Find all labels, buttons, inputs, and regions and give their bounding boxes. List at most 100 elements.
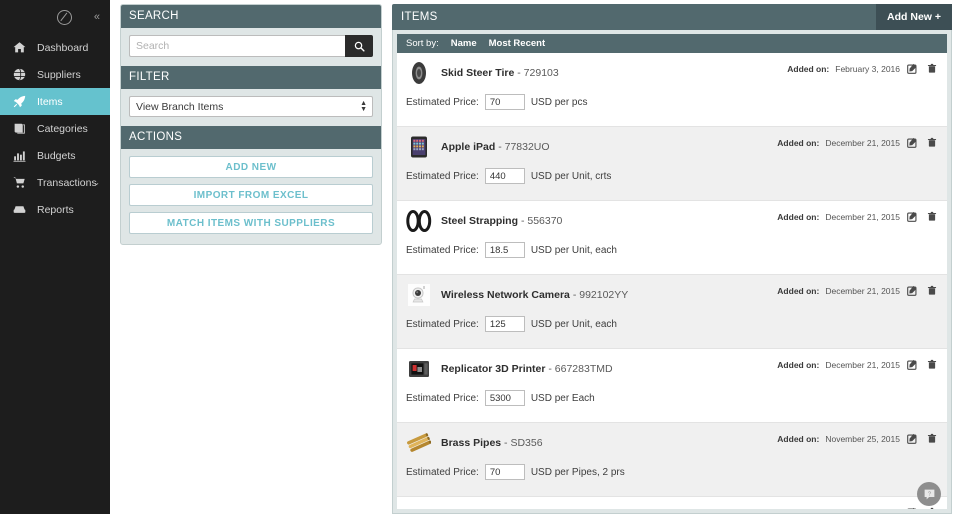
globe-icon (12, 68, 27, 81)
chevron-down-icon[interactable]: ⌄ (93, 178, 100, 187)
item-meta: Added on: December 21, 2015 (777, 136, 938, 149)
edit-pencil-icon[interactable] (906, 62, 919, 75)
action-button-match-items-with-suppliers[interactable]: MATCH ITEMS WITH SUPPLIERS (129, 212, 373, 234)
estimated-price-input[interactable] (484, 464, 525, 480)
shopping-cart-icon (12, 176, 27, 189)
help-button[interactable]: ? (917, 482, 941, 506)
edit-pencil-icon[interactable] (906, 210, 919, 223)
estimated-price-input[interactable] (484, 316, 525, 332)
page-title: ITEMS (401, 11, 438, 23)
item-name: Wireless Network Camera (441, 289, 570, 301)
trash-icon[interactable] (925, 284, 938, 297)
edit-pencil-icon[interactable] (906, 358, 919, 371)
item-row: Skid Steer Tire - 729103 Added on: Februar… (397, 53, 947, 127)
item-row: Wireless Network Camera - 992102YY Added … (397, 275, 947, 349)
added-on-date: December 21, 2015 (825, 359, 900, 370)
added-on-date: November 25, 2015 (825, 433, 900, 444)
trash-icon[interactable] (925, 358, 938, 371)
estimated-price-input[interactable] (484, 94, 525, 110)
estimated-price-label: Estimated Price: (406, 318, 479, 330)
sort-option-most-recent[interactable]: Most Recent (489, 38, 545, 49)
item-name-line: Brass Pipes - SD356 (441, 437, 543, 449)
search-button[interactable] (345, 35, 373, 57)
edit-pencil-icon[interactable] (906, 136, 919, 149)
filter-panel-title: FILTER (121, 66, 381, 89)
item-code: - 667283TMD (548, 363, 613, 375)
bar-chart-icon (12, 149, 27, 162)
chevron-double-left-icon[interactable]: « (94, 11, 100, 23)
strapping-thumb (406, 208, 432, 234)
tire-thumb (406, 60, 432, 86)
action-button-add-new[interactable]: ADD NEW (129, 156, 373, 178)
added-on-date: November 25, 2015 (825, 508, 900, 510)
sidebar-item-label: Reports (37, 203, 74, 216)
edit-pencil-icon[interactable] (906, 506, 919, 509)
item-row: Steel Strapping - 556370 Added on: Decembe… (397, 201, 947, 275)
edit-pencil-icon[interactable] (906, 432, 919, 445)
item-price-row: Estimated Price: USD per Each (406, 390, 938, 406)
item-code: - 77832UO (498, 141, 550, 153)
item-meta: Added on: November 25, 2015 (777, 506, 938, 509)
trash-icon[interactable] (925, 210, 938, 223)
sort-bar: Sort by: Name Most Recent (397, 34, 947, 53)
inbox-icon (12, 203, 27, 216)
sidebar-item-categories[interactable]: Categories (0, 115, 110, 142)
printer-thumb (406, 356, 432, 382)
trash-icon[interactable] (925, 62, 938, 75)
estimated-price-input[interactable] (484, 390, 525, 406)
item-price-row: Estimated Price: USD per Unit, each (406, 242, 938, 258)
help-question-icon: ? (924, 489, 934, 499)
sidebar-item-reports[interactable]: Reports (0, 196, 110, 223)
search-row (129, 35, 373, 57)
edit-pencil-icon[interactable] (906, 284, 919, 297)
sidebar-item-label: Budgets (37, 149, 76, 162)
sidebar-item-budgets[interactable]: Budgets (0, 142, 110, 169)
price-unit-label: USD per Unit, each (530, 318, 617, 330)
added-on-label: Added on: (777, 508, 819, 510)
item-code: - SD356 (504, 437, 543, 449)
circle-slash-logo-icon (56, 9, 72, 25)
item-row: Robotic Platforms - SD256Added on:Novemb… (397, 497, 947, 509)
estimated-price-input[interactable] (484, 242, 525, 258)
item-price-row: Estimated Price: USD per Unit, crts (406, 168, 938, 184)
add-new-button[interactable]: Add New + (876, 4, 952, 30)
item-price-row: Estimated Price: USD per pcs (406, 94, 938, 110)
sort-by-label: Sort by: (406, 38, 439, 49)
search-panel-title: SEARCH (121, 5, 381, 28)
item-price-row: Estimated Price: USD per Unit, each (406, 316, 938, 332)
robot-thumb (406, 504, 432, 509)
trash-icon[interactable] (925, 136, 938, 149)
item-name: Apple iPad (441, 141, 496, 153)
ipad-thumb (406, 134, 432, 160)
added-on-label: Added on: (777, 359, 820, 370)
sidebar-item-dashboard[interactable]: Dashboard (0, 34, 110, 61)
estimated-price-input[interactable] (484, 168, 525, 184)
item-meta: Added on: December 21, 2015 (777, 358, 938, 371)
sidebar-item-suppliers[interactable]: Suppliers (0, 61, 110, 88)
estimated-price-label: Estimated Price: (406, 96, 479, 108)
added-on-label: Added on: (787, 63, 830, 74)
items-shell: Sort by: Name Most Recent Skid Steer Tir… (392, 30, 952, 514)
sidebar-item-transactions[interactable]: Transactions ⌄ (0, 169, 110, 196)
price-unit-label: USD per pcs (530, 96, 588, 108)
added-on-date: December 21, 2015 (825, 137, 900, 148)
search-input[interactable] (129, 35, 345, 57)
filter-select[interactable]: View Branch Items (129, 96, 373, 117)
sidebar-item-items[interactable]: Items (0, 88, 110, 115)
item-row: Replicator 3D Printer - 667283TMD Added o… (397, 349, 947, 423)
item-name: Steel Strapping (441, 215, 519, 227)
action-button-import-from-excel[interactable]: IMPORT FROM EXCEL (129, 184, 373, 206)
trash-icon[interactable] (925, 432, 938, 445)
app-root: « Dashboard Suppliers Items Categories Budge… (0, 0, 960, 514)
items-column: ITEMS Add New + Sort by: Name Most Recen… (388, 0, 960, 514)
sidebar-item-label: Dashboard (37, 41, 89, 54)
item-meta: Added on: December 21, 2015 (777, 284, 938, 297)
camera-thumb (406, 282, 432, 308)
item-meta: Added on: December 21, 2015 (777, 210, 938, 223)
sort-option-name[interactable]: Name (451, 38, 477, 49)
items-list: Skid Steer Tire - 729103 Added on: Februar… (397, 53, 947, 509)
sidebar-nav: Dashboard Suppliers Items Categories Budgets… (0, 34, 110, 223)
item-name-line: Replicator 3D Printer - 667283TMD (441, 363, 613, 375)
item-price-row: Estimated Price: USD per Pipes, 2 prs (406, 464, 938, 480)
trash-icon[interactable] (925, 506, 938, 509)
